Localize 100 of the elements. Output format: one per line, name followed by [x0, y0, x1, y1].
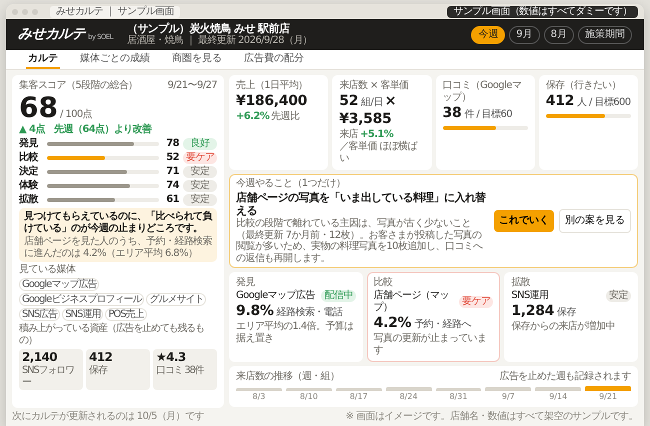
score-delta: ▲ 4点 先週（64点）より改善: [19, 124, 153, 136]
period-button[interactable]: 8月: [544, 26, 574, 44]
channel-value: 1,284: [511, 303, 554, 320]
action-title: 店舗ページの写真を「いま出している料理」に入れ替える: [236, 190, 487, 218]
store-subtitle: 居酒屋・焼鳥 ｜ 最終更新 2026/9/28（月）: [126, 35, 312, 48]
media-chip: SNS広告: [19, 308, 60, 322]
kpi-value: 412: [546, 93, 574, 110]
channel-note: 写真の更新が止まっています: [374, 332, 488, 357]
asset-label: 保存: [89, 364, 108, 377]
disclaimer: ※ 画面はイメージです。店舗名・数値はすべて架空のサンプルです。: [344, 411, 638, 423]
chart-note: 広告を止めた週も記録されます: [499, 370, 631, 383]
channel-unit: 保存: [557, 307, 576, 320]
asset-value: ★4.3: [156, 350, 187, 365]
insight-text: 店舗ページを見た人のうち、予約・経路検索に進んだのは 4.2%（エリア平均 6.8%）: [24, 236, 212, 260]
axis-label: 8/24: [398, 392, 419, 402]
score-value: 68: [19, 94, 58, 122]
score-max: / 100点: [60, 109, 92, 122]
stage-name: 拡散: [19, 194, 40, 206]
kpi-value: ¥3,585: [339, 110, 392, 128]
stage-label: 比較: [374, 277, 394, 290]
axis-label: 8/31: [448, 392, 468, 402]
nav-tab[interactable]: カルテ: [26, 50, 60, 70]
axis-label: 8/10: [298, 392, 319, 402]
asset-value: 2,140: [22, 350, 58, 365]
action-text: 比較の段階で離れている主因は、写真が古く少ないこと（最終更新 7か月前・12枚）。お客さまが投稿した写真の閲覧が多いため、実物の料理写真を10枚追加し、口コミへの返信も再開します。: [236, 218, 484, 264]
stage-score: 71: [165, 166, 179, 178]
stage-score: 61: [165, 194, 179, 206]
channel-note: エリア平均の1.4倍。予算は据え置き: [236, 320, 355, 345]
logo: みせカルテ: [18, 26, 86, 43]
status-badge: 安定: [183, 166, 217, 178]
nav-tab[interactable]: 商圏を見る: [170, 50, 224, 70]
axis-label: 8/17: [348, 392, 369, 402]
media-chip: SNS運用: [62, 308, 104, 322]
media-chip: POS売上: [105, 308, 147, 322]
delta-text: +5.1%: [360, 128, 394, 141]
confirm-button[interactable]: これでいく: [494, 210, 554, 232]
sample-badge: サンプル画面（数値はすべてダミーです）: [447, 6, 638, 18]
status-badge: 良好: [183, 138, 217, 150]
status-badge: 安定: [606, 290, 631, 302]
section-label: 見ている媒体: [19, 264, 76, 276]
asset-label: 口コミ 38件: [156, 364, 206, 377]
section-label: 積み上がっている資産（広告を止めても残るもの）: [19, 323, 205, 348]
insight-headline: 見つけてもらえているのに、「比べられて負けている」のが今週の止まりどころです。: [24, 211, 212, 236]
kpi-note: ／客単価 ほぼ横ばい: [339, 140, 419, 165]
channel-value: 9.8%: [236, 303, 274, 320]
browser-tab[interactable]: みせカルテ ｜ サンプル画面: [50, 6, 180, 18]
kpi-value: 38: [442, 105, 462, 122]
date-range: 9/21〜9/27: [167, 80, 217, 92]
status-badge: 要ケア: [183, 152, 217, 164]
score-label: 集客スコア（5段階の総合）: [19, 80, 138, 92]
nav-tab[interactable]: 広告費の配分: [242, 50, 306, 70]
update-note: 次にカルテが更新されるのは 10/5（月）です: [12, 411, 205, 423]
channel-unit: 予約・経路へ: [414, 319, 471, 332]
stage-name: 発見: [19, 138, 40, 150]
alternative-button[interactable]: 別の案を見る: [559, 208, 631, 233]
delta-text: +6.2%: [236, 110, 270, 123]
kpi-unit: 組/日: [361, 97, 383, 110]
kpi-note: 先週比: [271, 110, 300, 123]
action-label: 今週やること（1つだけ）: [236, 178, 346, 190]
status-badge: 配信中: [321, 290, 356, 302]
axis-label: 9/21: [598, 392, 618, 402]
multiply-sign: ×: [384, 93, 396, 110]
kpi-label: 来店数 × 客単価: [339, 80, 410, 92]
period-button[interactable]: 施策期間: [578, 26, 632, 44]
asset-label: SNSフォロワー: [22, 364, 75, 389]
stage-score: 52: [165, 152, 179, 164]
status-badge: 安定: [183, 194, 217, 206]
stage-name: 決定: [19, 166, 39, 178]
kpi-note: 来店: [339, 128, 358, 140]
media-chip: Googleビジネスプロフィール: [19, 293, 144, 306]
kpi-label: 保存（行きたい）: [546, 80, 622, 92]
period-button[interactable]: 今週: [471, 26, 506, 44]
channel-unit: 経路検索・電話: [276, 307, 342, 320]
kpi-value: ¥186,400: [236, 93, 308, 110]
channel-name: 店舗ページ（マップ）: [374, 290, 450, 314]
kpi-unit: 人 / 目標600: [577, 97, 630, 110]
asset-value: 412: [89, 350, 114, 365]
kpi-value: 52: [339, 93, 358, 110]
axis-label: 8/3: [252, 392, 266, 402]
stage-name: 体験: [19, 180, 40, 192]
status-badge: 安定: [183, 180, 217, 192]
period-button[interactable]: 9月: [509, 26, 540, 44]
chart-title: 来店数の推移（週・組）: [236, 370, 340, 383]
stage-score: 74: [165, 180, 179, 192]
media-chip: Googleマップ広告: [19, 278, 100, 292]
kpi-label: 口コミ（Googleマップ）: [442, 80, 522, 104]
axis-label: 9/7: [500, 392, 516, 402]
channel-name: SNS運用: [511, 290, 549, 302]
stage-name: 比較: [19, 152, 40, 164]
stage-label: 発見: [236, 277, 256, 290]
status-badge: 要ケア: [459, 296, 494, 308]
axis-label: 9/14: [548, 392, 568, 402]
channel-name: Googleマップ広告: [236, 290, 315, 302]
kpi-label: 売上（1日平均）: [236, 80, 309, 92]
channel-note: 保存からの来店が増加中: [511, 320, 616, 333]
channel-value: 4.2%: [374, 315, 412, 332]
stage-label: 拡散: [511, 277, 532, 290]
media-chip: グルメサイト: [146, 293, 206, 306]
nav-tab[interactable]: 媒体ごとの成績: [78, 50, 152, 70]
stage-score: 78: [165, 138, 179, 150]
